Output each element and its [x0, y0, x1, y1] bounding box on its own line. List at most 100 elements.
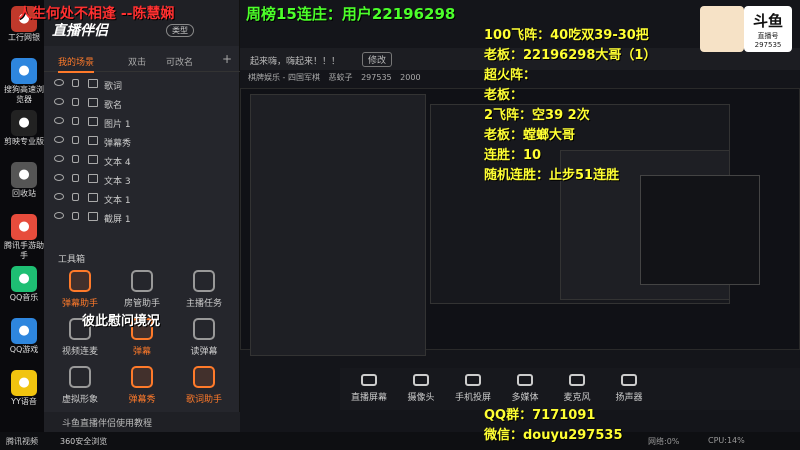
- source-item[interactable]: 文本 3: [52, 171, 232, 189]
- desktop-icon[interactable]: ● QQ音乐: [4, 266, 44, 303]
- yy-icon: ●: [11, 370, 37, 396]
- control-label: 麦克风: [563, 393, 591, 403]
- taskbar: 腾讯视频 360安全浏览: [0, 432, 240, 450]
- tool-button[interactable]: 弹幕助手: [50, 270, 110, 309]
- taskbar-item-360-browser[interactable]: 360安全浏览: [60, 436, 107, 447]
- tab-my-scene[interactable]: 我的场景: [58, 55, 95, 73]
- source-item[interactable]: 图片 1: [52, 114, 232, 132]
- desktop-icon[interactable]: ● 搜狗高速浏览器: [4, 58, 44, 105]
- room-meta: 棋牌娱乐 - 四国军棋 恶蛟子 297535 2000: [248, 72, 508, 83]
- overlay-line: 超火阵：: [484, 68, 537, 83]
- source-item[interactable]: 截屏 1: [52, 209, 232, 227]
- tool-icon: [193, 366, 215, 388]
- source-type-icon: [88, 174, 98, 183]
- wechat-overlay: 微信：douyu297535: [484, 428, 623, 443]
- control-label: 直播屏幕: [350, 393, 387, 403]
- tool-button[interactable]: 虚拟形象: [50, 366, 110, 405]
- app-name: 直播伴侣: [52, 23, 108, 39]
- qq-group-overlay: QQ群：7171091: [484, 408, 596, 423]
- desktop-icon-label: 剪映专业版: [4, 137, 44, 146]
- qq-music-icon: ●: [11, 266, 37, 292]
- fan-count: 2000: [400, 73, 421, 82]
- tutorial-link[interactable]: 斗鱼直播伴侣使用教程: [44, 412, 240, 432]
- control-label: 多媒体: [511, 393, 539, 403]
- control-label: 手机投屏: [454, 393, 491, 403]
- desktop-icon[interactable]: ● 剪映专业版: [4, 110, 44, 147]
- control-button[interactable]: 直播屏幕: [344, 374, 394, 403]
- eye-icon[interactable]: [54, 155, 64, 162]
- source-item[interactable]: 歌词: [52, 76, 232, 94]
- add-scene-button[interactable]: +: [222, 52, 232, 66]
- desktop-icon-label: QQ游戏: [9, 345, 39, 354]
- lock-icon[interactable]: [72, 98, 79, 106]
- source-label: 文本 3: [104, 177, 131, 187]
- tool-button[interactable]: 弹幕秀: [112, 366, 172, 405]
- control-button[interactable]: 多媒体: [500, 374, 550, 403]
- tool-label: 歌词助手: [185, 395, 222, 405]
- overlay-line: 连胜：10: [484, 148, 542, 163]
- douyu-room: 297535: [754, 41, 782, 49]
- lock-icon[interactable]: [72, 174, 79, 182]
- control-icon: [413, 374, 429, 386]
- tool-label: 主播任务: [185, 299, 222, 309]
- eye-icon[interactable]: [54, 212, 64, 219]
- toolbox-title: 工具箱: [58, 255, 86, 265]
- eye-icon[interactable]: [54, 193, 64, 200]
- source-type-icon: [88, 79, 98, 88]
- eye-icon[interactable]: [54, 117, 64, 124]
- tool-label: 虚拟形象: [61, 395, 98, 405]
- source-label: 图片 1: [104, 120, 131, 130]
- source-item[interactable]: 弹幕秀: [52, 133, 232, 151]
- lock-icon[interactable]: [72, 155, 79, 163]
- source-type-icon: [88, 117, 98, 126]
- desktop-icon[interactable]: ● 回收站: [4, 162, 44, 199]
- tool-button[interactable]: 歌词助手: [174, 366, 234, 405]
- desktop-icon[interactable]: ● QQ游戏: [4, 318, 44, 355]
- desktop-icon[interactable]: ● YY语音: [4, 370, 44, 407]
- tab-rename[interactable]: 可改名: [166, 55, 193, 68]
- douyu-sub: 直播号: [757, 32, 779, 40]
- eye-icon[interactable]: [54, 136, 64, 143]
- control-icon: [517, 374, 533, 386]
- desktop-icon-label: 搜狗高速浏览器: [4, 85, 44, 104]
- source-item[interactable]: 文本 1: [52, 190, 232, 208]
- control-button[interactable]: 麦克风: [552, 374, 602, 403]
- desktop-icon[interactable]: ● 腾讯手游助手: [4, 214, 44, 261]
- lock-icon[interactable]: [72, 117, 79, 125]
- eye-icon[interactable]: [54, 174, 64, 181]
- source-type-icon: [88, 136, 98, 145]
- control-icon: [465, 374, 481, 386]
- category-label[interactable]: 棋牌娱乐 - 四国军棋: [248, 73, 320, 82]
- control-button[interactable]: 扬声器: [604, 374, 654, 403]
- mode-tag[interactable]: 类型: [166, 24, 194, 37]
- tool-icon: [69, 366, 91, 388]
- eye-icon[interactable]: [54, 98, 64, 105]
- control-button[interactable]: 摄像头: [396, 374, 446, 403]
- tool-button[interactable]: 房管助手: [112, 270, 172, 309]
- lock-icon[interactable]: [72, 212, 79, 220]
- lock-icon[interactable]: [72, 193, 79, 201]
- live-companion-panel: 直播伴侣 类型 我的场景 双击 可改名 + 歌词 歌名 图片 1 弹幕秀 文本 4 文本 …: [44, 0, 240, 432]
- mascot-sticker: [700, 6, 744, 52]
- control-label: 摄像头: [407, 393, 435, 403]
- lock-icon[interactable]: [72, 136, 79, 144]
- tab-double-click[interactable]: 双击: [128, 55, 146, 68]
- control-button[interactable]: 手机投屏: [448, 374, 498, 403]
- taskbar-item-tencent-video[interactable]: 腾讯视频: [6, 436, 38, 447]
- lock-icon[interactable]: [72, 79, 79, 87]
- source-label: 截屏 1: [104, 215, 131, 225]
- lyric-overlay: 彼此慰问境况: [82, 314, 161, 329]
- tool-button[interactable]: 主播任务: [174, 270, 234, 309]
- tool-label: 视频连麦: [61, 347, 98, 357]
- overlay-line: 老板：螳螂大哥: [484, 128, 576, 143]
- source-item[interactable]: 歌名: [52, 95, 232, 113]
- source-label: 弹幕秀: [104, 139, 132, 149]
- control-icon: [621, 374, 637, 386]
- eye-icon[interactable]: [54, 79, 64, 86]
- network-usage: 网络:0%: [648, 437, 680, 446]
- tool-button[interactable]: 读弹幕: [174, 318, 234, 357]
- tool-label: 弹幕助手: [61, 299, 98, 309]
- source-item[interactable]: 文本 4: [52, 152, 232, 170]
- edit-announcement-button[interactable]: 修改: [362, 52, 393, 67]
- tool-icon: [69, 270, 91, 292]
